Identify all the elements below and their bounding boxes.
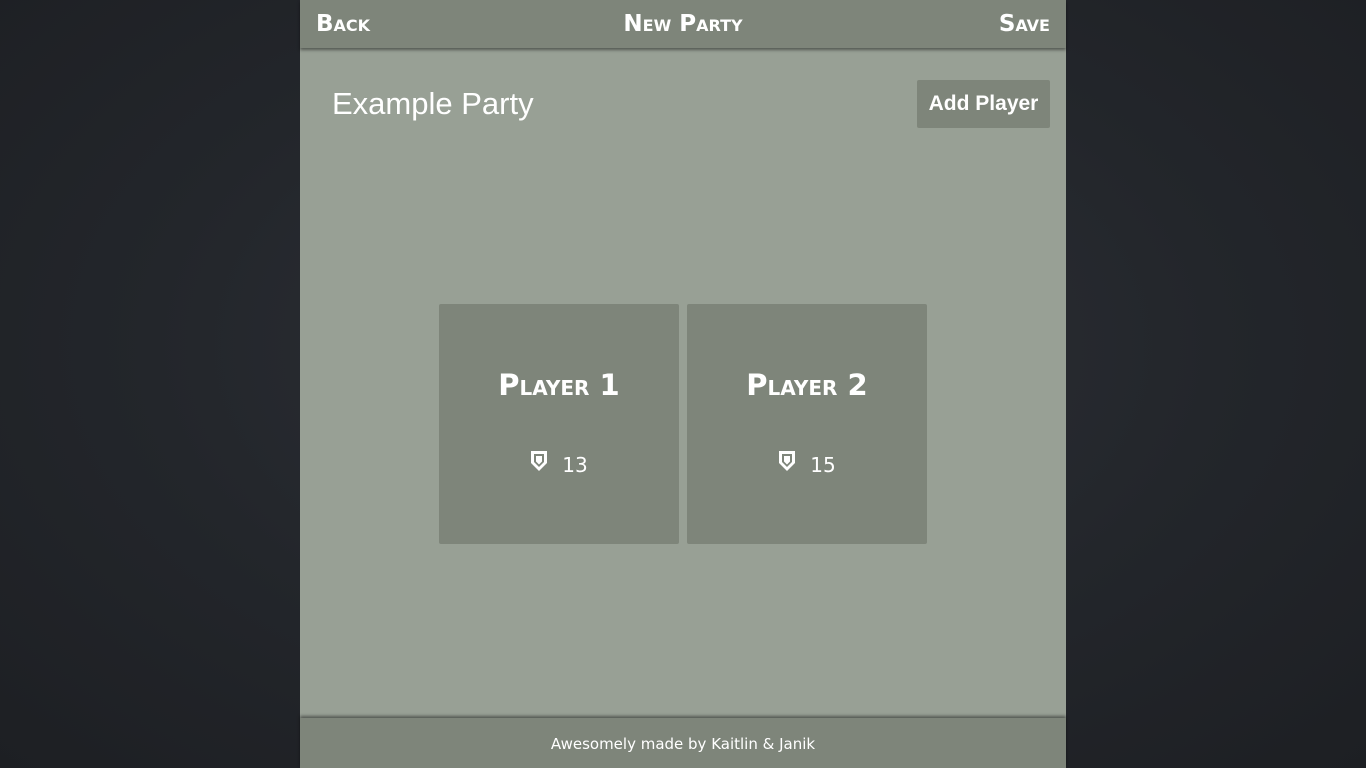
top-bar: Back New Party Save [300,0,1066,48]
player-name: Player 2 [746,368,868,402]
player-armor-value: 13 [562,453,588,477]
player-card[interactable]: Player 2 15 [687,304,927,544]
app-panel: Back New Party Save Example Party Add Pl… [300,0,1066,768]
player-card[interactable]: Player 1 13 [439,304,679,544]
player-stat: 15 [687,450,927,478]
player-stat: 13 [439,450,679,478]
footer: Awesomely made by Kaitlin & Janik [300,718,1066,768]
player-name: Player 1 [498,368,620,402]
shield-icon [530,450,548,472]
save-button[interactable]: Save [999,9,1050,39]
footer-credit: Awesomely made by Kaitlin & Janik [550,735,816,753]
shield-icon [778,450,796,472]
page-title: New Party [623,11,743,37]
party-name[interactable]: Example Party [332,85,534,123]
player-armor-value: 15 [810,453,836,477]
add-player-button[interactable]: Add Player [917,80,1050,128]
